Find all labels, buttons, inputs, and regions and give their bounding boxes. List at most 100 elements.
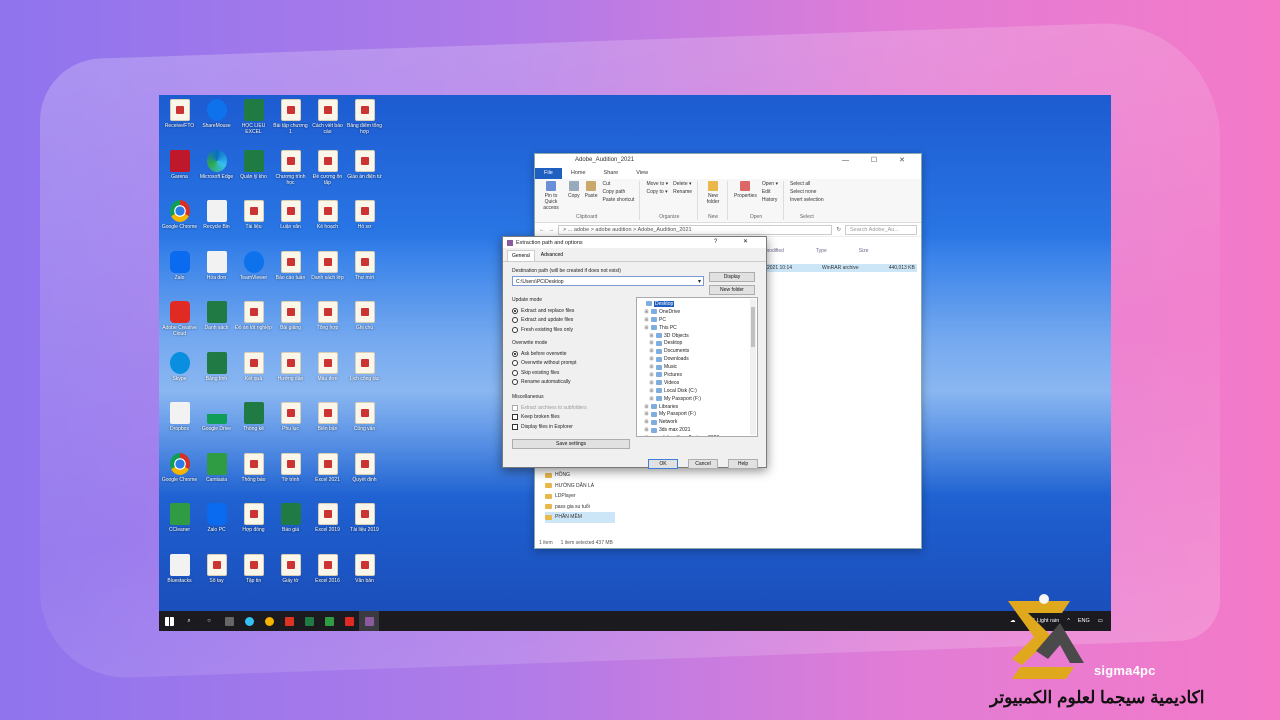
desktop-icon[interactable]: Bảng điểm tổng hợp [346, 99, 383, 150]
expand-icon[interactable]: ⊞ [644, 404, 649, 410]
radio-button[interactable] [512, 350, 518, 357]
desktop-icon[interactable]: Garena [161, 149, 198, 201]
desktop-icon[interactable]: Google Chrome [161, 452, 198, 504]
checkbox-extract-subfolders[interactable]: Extract archives to subfolders [512, 403, 630, 413]
desktop-icon[interactable]: Dropbox [161, 402, 198, 453]
desktop-icon[interactable]: ShareMouse [198, 99, 235, 150]
desktop-icon[interactable]: Microsoft Edge [198, 149, 235, 201]
properties-button[interactable]: Properties [734, 181, 757, 214]
tree-node[interactable]: ⊞ My Passport (F:) [639, 395, 747, 403]
file-row[interactable]: 2021 10:14 WinRAR archive 440,013 KB [765, 264, 917, 272]
tab-file[interactable]: File [535, 168, 562, 179]
edit-button[interactable]: Edit [762, 189, 778, 195]
pin-quick-access-button[interactable]: Pin to Quick access [539, 181, 563, 214]
tree-node[interactable]: ⊞ My Passport (F:) [639, 410, 747, 418]
desktop-icon[interactable]: Danh sách lớp [309, 250, 346, 302]
copy-path-button[interactable]: Copy path [602, 189, 634, 195]
tree-node[interactable]: ⊞ Documents [639, 347, 747, 355]
explorer-titlebar[interactable]: Adobe_Audition_2021 — ☐ ✕ [535, 154, 921, 168]
open-button[interactable]: Open ▾ [762, 181, 778, 187]
desktop-icon[interactable]: TeamViewer [235, 250, 272, 302]
desktop-icon[interactable]: Tài liệu 2019 [346, 503, 383, 554]
window-controls[interactable]: — ☐ ✕ [842, 156, 915, 164]
extraction-dialog[interactable]: Extraction path and options ? ✕ General … [502, 236, 767, 469]
desktop-icon[interactable]: Receive/FTO [161, 99, 198, 150]
expand-icon[interactable]: ⊞ [649, 333, 654, 339]
taskbar-winrar[interactable] [359, 611, 379, 631]
desktop-icon[interactable]: Hợp đồng [235, 503, 272, 554]
desktop-icon[interactable]: Tài liệu [235, 200, 272, 251]
desktop-icon[interactable]: Excel 2016 [309, 553, 346, 605]
tree-node[interactable]: ⊞ Music [639, 363, 747, 371]
expand-icon[interactable]: ⊞ [649, 380, 654, 386]
taskbar-edge[interactable] [239, 611, 259, 631]
tree-node[interactable]: ⊞ Desktop [639, 339, 747, 347]
tree-node[interactable]: ⊞ Videos [639, 379, 747, 387]
taskbar-app[interactable] [339, 611, 359, 631]
column-modified[interactable]: modified [765, 248, 784, 254]
checkbox[interactable] [512, 423, 518, 430]
desktop-icon[interactable]: Quản lý kho [235, 149, 272, 201]
cancel-button[interactable]: Cancel [688, 459, 718, 469]
desktop-icon[interactable]: Bài giảng [272, 301, 309, 352]
checkbox-keep-broken[interactable]: Keep broken files [512, 413, 630, 423]
desktop-icon[interactable]: Adobe Creative Cloud [161, 301, 198, 352]
desktop-icon[interactable]: Hướng dẫn [272, 351, 309, 403]
desktop-icon[interactable]: Ghi chú [346, 301, 383, 352]
copy-to-button[interactable]: Copy to ▾ [646, 189, 668, 195]
taskbar-app[interactable] [279, 611, 299, 631]
desktop-icon[interactable]: Zalo PC [198, 503, 235, 554]
desktop-icon[interactable]: Excel 2021 [309, 452, 346, 504]
notification-icon[interactable]: ▭ [1098, 618, 1103, 624]
desktop-icon[interactable]: Giáo án điện tử [346, 149, 383, 201]
search-input[interactable]: Search Adobe_Au... [845, 224, 917, 235]
paste-button[interactable]: Paste [585, 181, 597, 214]
copy-button[interactable]: Copy [568, 181, 580, 214]
desktop-icon[interactable]: Google Drive [198, 402, 235, 453]
radio-overwrite-no-prompt[interactable]: Overwrite without prompt [512, 359, 630, 369]
desktop-icon[interactable]: Google Chrome [161, 200, 198, 251]
desktop-icon[interactable]: Biên bản [309, 402, 346, 453]
expand-icon[interactable]: ⊞ [649, 356, 654, 362]
tree-node[interactable]: ⊞ Local Disk (C:) [639, 387, 747, 395]
delete-button[interactable]: Delete ▾ [673, 181, 692, 187]
back-arrow-icon[interactable]: ← [539, 227, 545, 233]
expand-icon[interactable]: ⊞ [644, 317, 649, 323]
tab-view[interactable]: View [627, 168, 657, 179]
expand-icon[interactable]: ⊞ [649, 372, 654, 378]
desktop-icon[interactable]: Cách viết báo cáo [309, 99, 346, 150]
tree-node[interactable]: ⊞ Network [639, 418, 747, 426]
desktop-icon[interactable]: Kế hoạch [309, 200, 346, 251]
desktop-icon[interactable]: Hóa đơn [198, 250, 235, 302]
save-settings-button[interactable]: Save settings [512, 439, 630, 449]
tree-node[interactable]: Desktop [639, 300, 747, 308]
tree-node[interactable]: ⊞ 3D Objects [639, 332, 747, 340]
dialog-titlebar[interactable]: Extraction path and options ? ✕ [503, 237, 766, 248]
desktop-icon[interactable]: Hồ sơ [346, 200, 383, 251]
tree-node[interactable]: ⊞ This PC [639, 324, 747, 332]
tree-node[interactable]: ⊞ 3ds max 2021 [639, 426, 747, 434]
desktop-icon[interactable]: Bảng tính [198, 351, 235, 403]
desktop-icon[interactable]: Lịch công tác [346, 351, 383, 403]
radio-ask-overwrite[interactable]: Ask before overwrite [512, 349, 630, 359]
history-button[interactable]: History [762, 197, 778, 203]
dialog-controls[interactable]: ? ✕ [714, 238, 760, 245]
checkbox[interactable] [512, 404, 518, 411]
taskbar-excel[interactable] [299, 611, 319, 631]
desktop-icon[interactable]: Recycle Bin [198, 200, 235, 251]
desktop-icon[interactable]: CCleaner [161, 503, 198, 554]
address-bar[interactable]: > ... adobe > adobe audition > Adobe_Aud… [558, 224, 833, 235]
tab-general[interactable]: General [507, 250, 535, 261]
radio-skip-existing[interactable]: Skip existing files [512, 368, 630, 378]
taskbar-chrome[interactable] [259, 611, 279, 631]
desktop-icon[interactable]: Tổng hợp [309, 301, 346, 352]
checkbox-display-explorer[interactable]: Display files in Explorer [512, 422, 630, 432]
taskbar-camtasia[interactable] [319, 611, 339, 631]
desktop-icon[interactable]: Mẫu đơn [309, 351, 346, 403]
expand-icon[interactable]: ⊞ [649, 388, 654, 394]
tree-node[interactable]: ⊞ PC [639, 316, 747, 324]
checkbox[interactable] [512, 414, 518, 421]
radio-button[interactable] [512, 317, 518, 324]
expand-icon[interactable]: ⊞ [649, 364, 654, 370]
expand-icon[interactable]: ⊞ [649, 396, 654, 402]
